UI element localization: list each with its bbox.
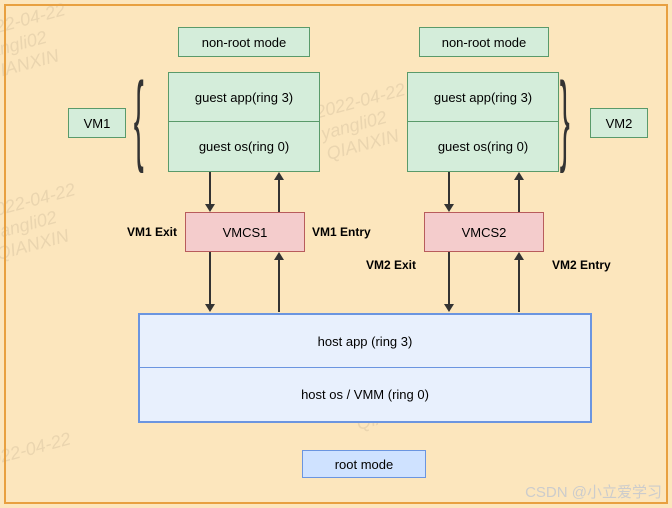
vm1-guest-stack: guest app(ring 3) guest os(ring 0)	[168, 72, 320, 172]
vm2-mode-label: non-root mode	[419, 27, 549, 57]
vm2-exit-label: VM2 Exit	[366, 258, 416, 272]
vm2-guest-app: guest app(ring 3)	[408, 73, 558, 122]
host-app: host app (ring 3)	[140, 315, 590, 368]
host-stack: host app (ring 3) host os / VMM (ring 0)	[138, 313, 592, 423]
attribution: CSDN @小立爱学习	[525, 481, 662, 502]
brace-left: {	[134, 68, 144, 168]
vm1-guest-app: guest app(ring 3)	[169, 73, 319, 122]
vmcs2: VMCS2	[424, 212, 544, 252]
vm1-side-label: VM1	[68, 108, 126, 138]
vm1-mode-label: non-root mode	[178, 27, 310, 57]
vm1-exit-label: VM1 Exit	[127, 225, 177, 239]
brace-right: }	[560, 68, 570, 168]
root-mode-label: root mode	[302, 450, 426, 478]
vm2-guest-stack: guest app(ring 3) guest os(ring 0)	[407, 72, 559, 172]
vm1-guest-os: guest os(ring 0)	[169, 122, 319, 171]
vm2-guest-os: guest os(ring 0)	[408, 122, 558, 171]
vmcs1: VMCS1	[185, 212, 305, 252]
vm2-entry-label: VM2 Entry	[552, 258, 611, 272]
vm1-entry-label: VM1 Entry	[312, 225, 371, 239]
vm2-side-label: VM2	[590, 108, 648, 138]
host-os: host os / VMM (ring 0)	[140, 368, 590, 421]
